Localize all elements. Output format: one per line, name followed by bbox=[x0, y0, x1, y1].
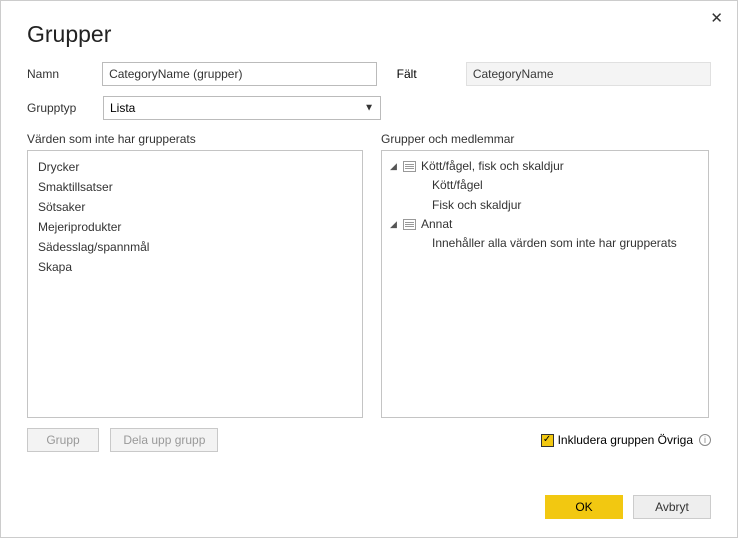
list-item[interactable]: Skapa bbox=[36, 257, 354, 277]
cancel-button[interactable]: Avbryt bbox=[633, 495, 711, 519]
tree-group-header[interactable]: ◢ Kött/fågel, fisk och skaldjur bbox=[390, 157, 700, 175]
include-other-label: Inkludera gruppen Övriga bbox=[558, 433, 693, 447]
field-label: Fält bbox=[397, 67, 466, 81]
tree-child[interactable]: Innehåller alla värden som inte har grup… bbox=[432, 233, 700, 253]
checkbox-checked-icon: ✓ bbox=[541, 434, 554, 447]
info-icon[interactable]: i bbox=[699, 434, 711, 446]
field-readonly: CategoryName bbox=[466, 62, 711, 86]
list-item[interactable]: Drycker bbox=[36, 157, 354, 177]
include-other-checkbox[interactable]: ✓ Inkludera gruppen Övriga i bbox=[541, 433, 711, 447]
ungroup-button[interactable]: Dela upp grupp bbox=[110, 428, 218, 452]
list-item[interactable]: Mejeriprodukter bbox=[36, 217, 354, 237]
name-input[interactable]: CategoryName (grupper) bbox=[102, 62, 377, 86]
tree-group-header[interactable]: ◢ Annat bbox=[390, 215, 700, 233]
panes: Drycker Smaktillsatser Sötsaker Mejeripr… bbox=[27, 150, 711, 418]
grouptype-select[interactable]: Lista ▼ bbox=[103, 96, 381, 120]
grouptype-value: Lista bbox=[110, 101, 135, 115]
tree-group-label: Annat bbox=[421, 217, 452, 231]
grouptype-row: Grupptyp Lista ▼ bbox=[27, 96, 711, 120]
group-icon bbox=[403, 219, 416, 230]
group-buttons: Grupp Dela upp grupp bbox=[27, 428, 218, 452]
ok-button[interactable]: OK bbox=[545, 495, 623, 519]
list-item[interactable]: Sötsaker bbox=[36, 197, 354, 217]
tree-group-label: Kött/fågel, fisk och skaldjur bbox=[421, 159, 564, 173]
dialog-title: Grupper bbox=[27, 21, 711, 48]
tree-child[interactable]: Fisk och skaldjur bbox=[432, 195, 700, 215]
grouptype-label: Grupptyp bbox=[27, 101, 103, 115]
ungrouped-title: Värden som inte har grupperats bbox=[27, 132, 381, 146]
dialog-footer: OK Avbryt bbox=[545, 495, 711, 519]
list-item[interactable]: Smaktillsatser bbox=[36, 177, 354, 197]
groups-treeview[interactable]: ◢ Kött/fågel, fisk och skaldjur Kött/fåg… bbox=[381, 150, 709, 418]
close-icon[interactable]: ✕ bbox=[710, 11, 723, 26]
list-item[interactable]: Sädesslag/spannmål bbox=[36, 237, 354, 257]
tree-child[interactable]: Kött/fågel bbox=[432, 175, 700, 195]
chevron-down-icon: ▼ bbox=[364, 103, 374, 114]
below-row: Grupp Dela upp grupp ✓ Inkludera gruppen… bbox=[27, 428, 711, 452]
name-row: Namn CategoryName (grupper) Fält Categor… bbox=[27, 62, 711, 86]
expand-icon[interactable]: ◢ bbox=[390, 220, 398, 229]
groups-title: Grupper och medlemmar bbox=[381, 132, 514, 146]
group-button[interactable]: Grupp bbox=[27, 428, 99, 452]
expand-icon[interactable]: ◢ bbox=[390, 162, 398, 171]
group-icon bbox=[403, 161, 416, 172]
ungrouped-listbox[interactable]: Drycker Smaktillsatser Sötsaker Mejeripr… bbox=[27, 150, 363, 418]
section-titles: Värden som inte har grupperats Grupper o… bbox=[27, 132, 711, 146]
groups-dialog: ✕ Grupper Namn CategoryName (grupper) Fä… bbox=[0, 0, 738, 538]
name-label: Namn bbox=[27, 67, 102, 81]
